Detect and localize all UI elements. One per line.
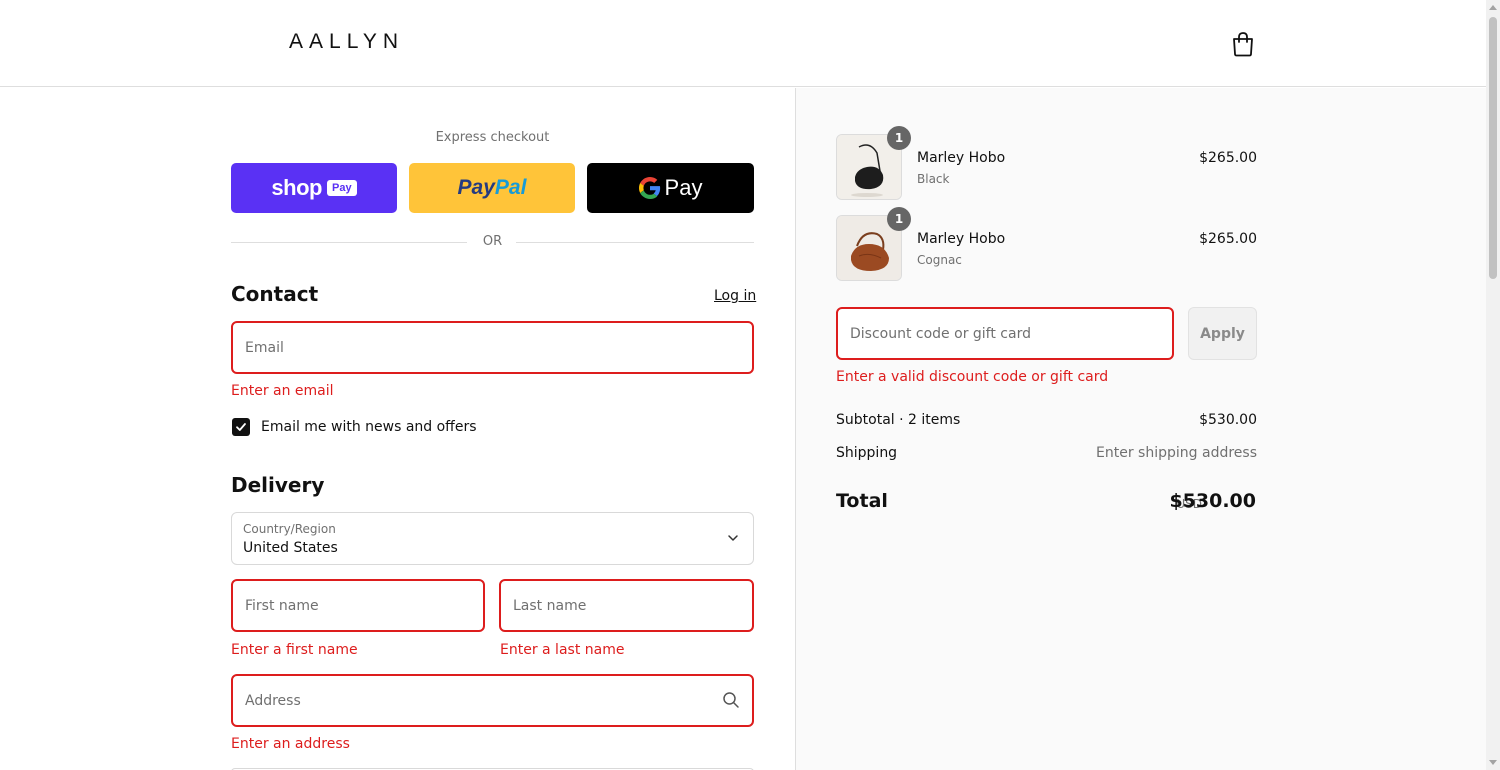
newsletter-label[interactable]: Email me with news and offers: [261, 419, 477, 435]
or-text: OR: [482, 234, 503, 249]
chevron-down-icon: [728, 535, 738, 541]
store-logo[interactable]: AALLYN: [289, 30, 404, 54]
newsletter-checkbox[interactable]: [232, 418, 250, 436]
delivery-title: Delivery: [231, 473, 325, 497]
log-in-link[interactable]: Log in: [714, 288, 756, 304]
address-error: Enter an address: [231, 736, 350, 752]
express-checkout-label: Express checkout: [435, 130, 550, 145]
checkmark-icon: [236, 423, 246, 431]
subtotal-label: Subtotal · 2 items: [836, 412, 961, 428]
total-label: Total: [836, 490, 888, 512]
shipping-row: Shipping Enter shipping address: [836, 445, 1257, 465]
shipping-value: Enter shipping address: [1096, 445, 1257, 461]
scroll-up-icon[interactable]: [1489, 5, 1497, 10]
scroll-down-icon[interactable]: [1489, 760, 1497, 765]
scroll-thumb[interactable]: [1489, 17, 1497, 279]
item-price: $265.00: [1199, 231, 1257, 247]
shop-pay-button[interactable]: shop Pay: [231, 163, 397, 213]
site-header: AALLYN: [0, 0, 1486, 87]
item-variant: Black: [917, 172, 950, 186]
discount-error: Enter a valid discount code or gift card: [836, 369, 1109, 385]
page-scrollbar[interactable]: [1486, 0, 1500, 770]
country-value: United States: [243, 540, 338, 556]
first-name-input[interactable]: [233, 581, 483, 630]
last-name-field[interactable]: [499, 579, 754, 632]
order-summary-panel: 1 Marley Hobo Black $265.00 1 Marley Hob…: [795, 88, 1486, 770]
item-variant: Cognac: [917, 253, 962, 267]
address-field[interactable]: [231, 674, 754, 727]
item-price: $265.00: [1199, 150, 1257, 166]
paypal-button[interactable]: PayPal: [409, 163, 575, 213]
first-name-field[interactable]: [231, 579, 485, 632]
country-label: Country/Region: [243, 522, 336, 536]
last-name-error: Enter a last name: [500, 642, 625, 658]
discount-input[interactable]: [838, 309, 1172, 358]
shop-pay-pill: Pay: [326, 180, 357, 196]
apply-button[interactable]: Apply: [1188, 307, 1257, 360]
checkout-form-panel: Express checkout shop Pay PayPal Pay OR …: [0, 88, 795, 770]
shipping-label: Shipping: [836, 445, 898, 461]
item-name: Marley Hobo: [917, 231, 1006, 247]
email-error: Enter an email: [231, 383, 334, 399]
country-select[interactable]: Country/Region United States: [231, 512, 754, 565]
contact-title: Contact: [231, 282, 319, 306]
item-name: Marley Hobo: [917, 150, 1006, 166]
discount-field[interactable]: [836, 307, 1174, 360]
paypal-wordmark: PayPal: [457, 176, 527, 199]
address-input[interactable]: [233, 676, 752, 725]
cart-item: 1 Marley Hobo Black $265.00: [836, 126, 1257, 200]
quantity-badge: 1: [887, 126, 911, 150]
email-input[interactable]: [233, 323, 752, 372]
or-divider: OR: [231, 234, 754, 250]
google-pay-wordmark: Pay: [664, 175, 703, 200]
cart-item: 1 Marley Hobo Cognac $265.00: [836, 207, 1257, 281]
shop-pay-wordmark: shop: [271, 175, 322, 200]
google-g-icon: [638, 177, 660, 199]
email-field[interactable]: [231, 321, 754, 374]
quantity-badge: 1: [887, 207, 911, 231]
shopping-bag-icon[interactable]: [1231, 31, 1255, 57]
first-name-error: Enter a first name: [231, 642, 358, 658]
search-icon[interactable]: [722, 691, 740, 709]
google-pay-button[interactable]: Pay: [587, 163, 754, 213]
subtotal-row: Subtotal · 2 items $530.00: [836, 412, 1257, 432]
last-name-input[interactable]: [501, 581, 752, 630]
total-value: $530.00: [1169, 490, 1256, 512]
subtotal-value: $530.00: [1199, 412, 1257, 428]
